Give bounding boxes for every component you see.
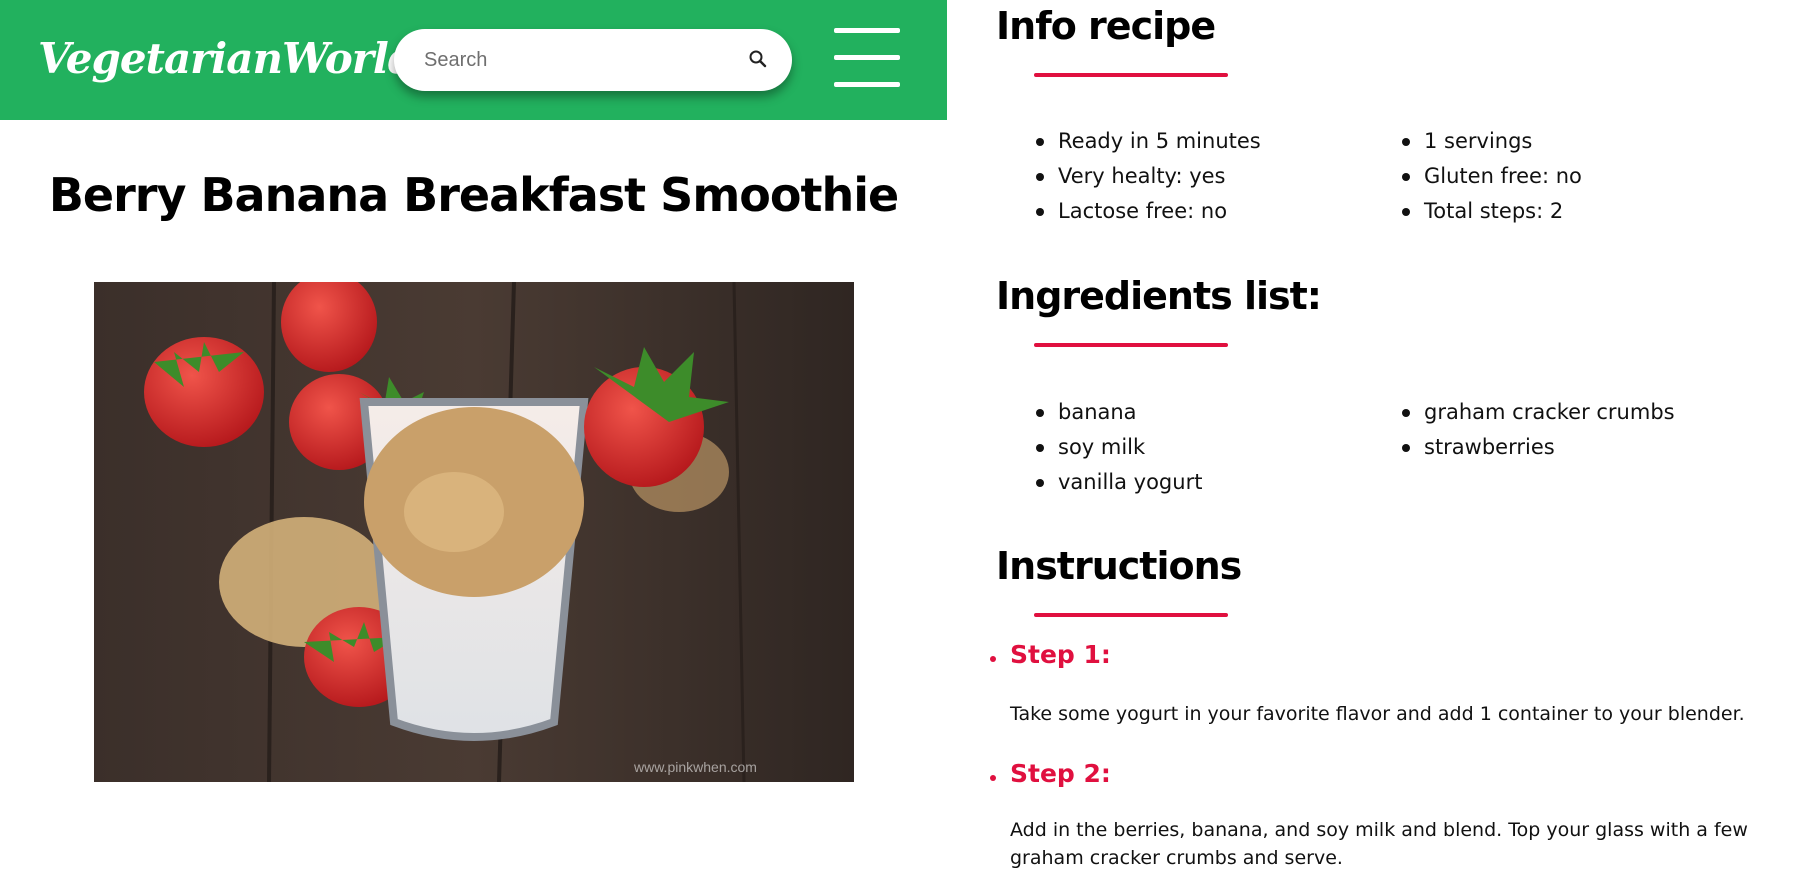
step-1-text: Take some yogurt in your favorite flavor… <box>1010 703 1745 725</box>
info-underline <box>1034 73 1228 77</box>
step-2-text: Add in the berries, banana, and soy milk… <box>1010 819 1748 869</box>
recipe-title: Berry Banana Breakfast Smoothie <box>48 168 899 222</box>
list-item: strawberries <box>1400 430 1760 465</box>
site-logo[interactable]: VegetarianWorld <box>38 34 417 83</box>
step-1-label: Step 1: <box>1010 640 1111 669</box>
search-box <box>394 29 792 91</box>
instructions-heading: Instructions <box>996 544 1242 588</box>
step-bullet <box>990 656 996 662</box>
list-item: Total steps: 2 <box>1400 194 1760 229</box>
ingredients-underline <box>1034 343 1228 347</box>
step-2-label: Step 2: <box>1010 759 1111 788</box>
info-heading: Info recipe <box>996 4 1216 48</box>
info-list-left: Ready in 5 minutes Very healty: yes Lact… <box>1034 124 1374 229</box>
list-item: 1 servings <box>1400 124 1760 159</box>
image-watermark: www.pinkwhen.com <box>633 759 757 775</box>
list-item: vanilla yogurt <box>1034 465 1374 500</box>
list-item: soy milk <box>1034 430 1374 465</box>
list-item: graham cracker crumbs <box>1400 395 1760 430</box>
search-input[interactable] <box>424 48 724 72</box>
top-header: VegetarianWorld <box>0 0 947 120</box>
ingredients-list-left: banana soy milk vanilla yogurt <box>1034 395 1374 500</box>
list-item: Gluten free: no <box>1400 159 1760 194</box>
list-item: Ready in 5 minutes <box>1034 124 1374 159</box>
instructions-underline <box>1034 613 1228 617</box>
ingredients-heading: Ingredients list: <box>996 274 1322 318</box>
info-list-right: 1 servings Gluten free: no Total steps: … <box>1400 124 1760 229</box>
ingredients-list-right: graham cracker crumbs strawberries <box>1400 395 1760 465</box>
hamburger-menu-icon[interactable] <box>834 28 900 88</box>
step-bullet <box>990 775 996 781</box>
search-icon[interactable] <box>748 49 768 69</box>
list-item: Lactose free: no <box>1034 194 1374 229</box>
recipe-image: www.pinkwhen.com <box>94 282 854 782</box>
list-item: banana <box>1034 395 1374 430</box>
list-item: Very healty: yes <box>1034 159 1374 194</box>
